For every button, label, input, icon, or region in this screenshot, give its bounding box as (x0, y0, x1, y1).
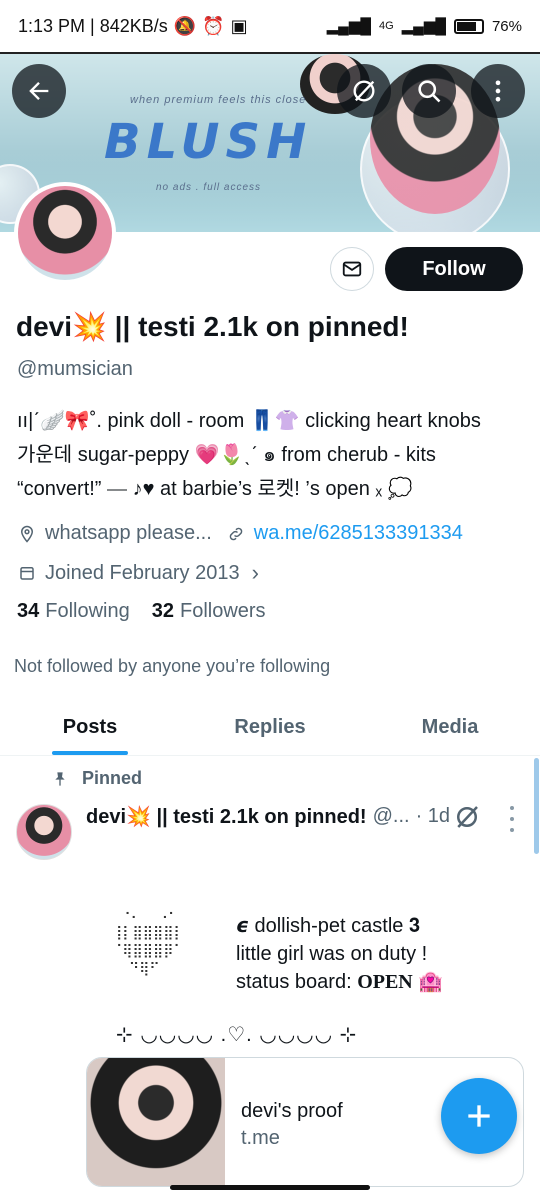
search-icon (418, 80, 441, 103)
home-indicator[interactable] (170, 1185, 370, 1190)
grok-button[interactable] (337, 64, 391, 118)
post-line: little girl was on duty ! (236, 943, 428, 965)
scrollbar[interactable] (534, 758, 539, 854)
status-right: ▂▄▆█ 4G ▂▄▆█ 76% (326, 17, 522, 36)
follow-counts: 34 Following 32 Followers (17, 600, 266, 623)
link-card-title: devi's proof (241, 1100, 343, 1122)
followers-link[interactable]: 32 Followers (152, 600, 266, 623)
post-divider-decoration: ⊹ ◡◡◡◡ .♡. ◡◡◡◡ ⊹ (116, 1024, 358, 1046)
active-tab-indicator (52, 751, 128, 755)
back-arrow-icon (29, 82, 49, 100)
profile-bio: ıı|ˊ🪽🎀˚. pink doll - room 👖👚 clicking he… (17, 404, 527, 506)
post-author-name[interactable]: devi💥 || testi 2.1k on pinned! (86, 804, 367, 829)
no-eye-icon[interactable] (452, 802, 482, 832)
tab-media[interactable]: Media (360, 700, 540, 755)
pinned-indicator: Pinned (52, 768, 142, 789)
bio-line: 가운데 sugar-peppy 💗🌷ˎˊ ๑ from cherub - kit… (17, 444, 436, 466)
post-text: 𝟄 dollish-pet castle 𝟑 little girl was o… (236, 912, 443, 996)
status-left: 1:13 PM | 842KB/s 🔕 ⏰ ▣ (18, 16, 248, 37)
tab-label: Posts (62, 716, 118, 738)
profile-handle: @mumsician (17, 358, 133, 380)
post-line-strong: OPEN (357, 971, 413, 993)
post-author-handle: @... (372, 805, 410, 827)
post-author-avatar[interactable] (16, 804, 72, 860)
bio-line: “convert!” ⎯⎯ ♪♥ at barbie’s 로켓! ’s open… (17, 478, 413, 500)
chevron-right-icon[interactable]: › (252, 560, 259, 586)
nfc-icon: ▣ (230, 15, 248, 36)
followers-label: Followers (179, 600, 266, 622)
mute-icon: 🔕 (173, 15, 197, 36)
profile-website-link[interactable]: wa.me/6285133391334 (254, 522, 463, 545)
post-header: devi💥 || testi 2.1k on pinned! @... · 1d (86, 804, 450, 829)
profile-avatar[interactable] (14, 182, 116, 284)
signal-icon-2: ▂▄▆█ (401, 18, 446, 35)
meta-row-location: whatsapp please... wa.me/6285133391334 (17, 522, 463, 545)
bio-line: ıı|ˊ🪽🎀˚. pink doll - room 👖👚 clicking he… (17, 410, 481, 432)
network-type: 4G (378, 20, 394, 32)
banner-title: BLUSH (104, 114, 313, 170)
display-name: devi💥 || testi 2.1k on pinned! (16, 311, 409, 342)
post-line: status board: OPEN 🏩 (236, 968, 443, 996)
banner-tagline-top: when premium feels this close (130, 94, 307, 106)
post-line-prefix: status board: (236, 971, 358, 993)
back-button[interactable] (12, 64, 66, 118)
link-card-image (87, 1058, 225, 1186)
message-button[interactable] (330, 247, 374, 291)
banner-tagline-bottom: no ads . full access (156, 182, 262, 193)
post-time: · 1d (415, 805, 451, 827)
post-line-suffix: 🏩 (412, 971, 444, 993)
calendar-icon (17, 563, 37, 583)
post-braille-art: ⠐⠄ ⠠⠂ ⢸⡇⣿⣿⣿⣿⡇ ⠈⢿⣿⣿⣿⡿⠁ ⠙⢿⠋ (112, 907, 184, 977)
follow-button[interactable]: Follow (385, 247, 523, 291)
followers-count: 32 (151, 600, 174, 622)
battery-icon (453, 18, 484, 34)
profile-location: whatsapp please... (45, 522, 212, 544)
status-bar: 1:13 PM | 842KB/s 🔕 ⏰ ▣ ▂▄▆█ 4G ▂▄▆█ 76% (0, 0, 540, 52)
status-time: 1:13 PM | 842KB/s (18, 15, 168, 36)
following-link[interactable]: 34 Following (17, 600, 130, 623)
tab-label: Replies (234, 716, 306, 738)
battery-percent: 76% (491, 17, 522, 35)
link-icon (226, 524, 246, 544)
plus-icon (468, 1105, 490, 1127)
profile-joined: Joined February 2013 (45, 561, 240, 584)
signal-icon: ▂▄▆█ (326, 18, 371, 35)
pin-icon (55, 771, 65, 786)
more-button[interactable] (471, 64, 525, 118)
link-card-text: devi's proof t.me (225, 1058, 343, 1186)
location-pin-icon (17, 524, 37, 544)
following-count: 34 (17, 600, 40, 622)
link-card-domain: t.me (241, 1127, 280, 1149)
post-more-button[interactable] (505, 806, 519, 832)
meta-row-joined: Joined February 2013 › (17, 560, 259, 586)
tab-posts[interactable]: Posts (0, 700, 180, 755)
compose-button[interactable] (441, 1078, 517, 1154)
tab-label: Media (421, 716, 479, 738)
post-line: 𝟄 dollish-pet castle 𝟑 (236, 915, 421, 937)
not-followed-note: Not followed by anyone you’re following (14, 656, 331, 676)
avatar-image (18, 186, 112, 280)
following-label: Following (45, 600, 130, 622)
alarm-icon: ⏰ (202, 15, 225, 36)
no-eye-icon (353, 80, 375, 102)
tab-replies[interactable]: Replies (180, 700, 360, 755)
envelope-icon (342, 261, 362, 277)
pinned-label: Pinned (82, 768, 143, 788)
more-vertical-icon (495, 80, 501, 102)
profile-tabs: Posts Replies Media (0, 700, 540, 756)
search-button[interactable] (402, 64, 456, 118)
